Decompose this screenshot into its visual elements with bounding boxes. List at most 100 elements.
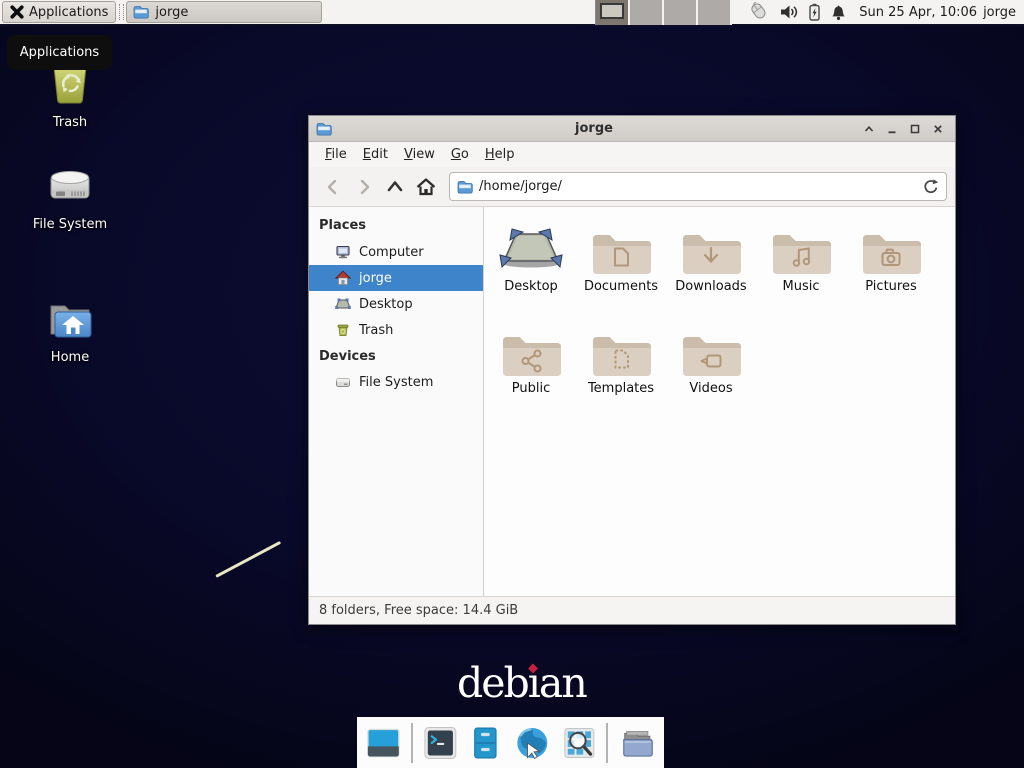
menu-go[interactable]: Go: [443, 144, 477, 165]
folder-music[interactable]: Music: [756, 219, 846, 311]
toolbar: [309, 167, 955, 207]
workspace-2[interactable]: [630, 0, 664, 25]
close-icon: [933, 124, 943, 134]
terminal-icon[interactable]: [422, 724, 459, 762]
forward-button[interactable]: [348, 172, 379, 202]
reload-icon[interactable]: [922, 178, 939, 195]
sidebar-item-label: jorge: [359, 271, 392, 286]
folder-videos[interactable]: Videos: [666, 321, 756, 413]
menu-bar: File Edit View Go Help: [309, 142, 955, 167]
path-folder-icon: [457, 180, 473, 194]
status-bar: 8 folders, Free space: 14.4 GiB: [309, 596, 955, 624]
menu-view[interactable]: View: [396, 144, 443, 165]
desktop-icon-file-system[interactable]: File System: [10, 164, 130, 232]
system-tray: [746, 2, 847, 22]
desktop-icon-label: File System: [10, 217, 130, 232]
pictures-folder-icon: [859, 223, 923, 277]
mouse-settings-icon[interactable]: [746, 2, 771, 22]
debian-logo: debıan: [457, 659, 586, 707]
tooltip-text: Applications: [20, 45, 99, 60]
home-button[interactable]: [410, 172, 441, 202]
applications-tooltip: Applications: [7, 35, 112, 70]
debian-logo-text: deb: [457, 659, 528, 707]
documents-folder-icon: [589, 223, 653, 277]
path-input[interactable]: [479, 179, 916, 194]
home-icon: [335, 270, 351, 286]
show-desktop-icon[interactable]: [365, 724, 402, 762]
maximize-button[interactable]: [905, 119, 925, 139]
dock-separator: [411, 723, 413, 763]
menu-file[interactable]: File: [317, 144, 355, 165]
minimize-button[interactable]: [882, 119, 902, 139]
folder-templates[interactable]: Templates: [576, 321, 666, 413]
window-title: jorge: [332, 121, 856, 136]
sidebar-item-jorge[interactable]: jorge: [309, 265, 483, 291]
trash-icon: [335, 322, 351, 338]
sidebar-item-label: Trash: [359, 323, 393, 338]
folder-pictures[interactable]: Pictures: [846, 219, 936, 311]
location-bar[interactable]: [449, 172, 947, 201]
window-titlebar[interactable]: jorge: [309, 116, 955, 142]
sidebar-item-trash[interactable]: Trash: [309, 317, 483, 343]
battery-icon[interactable]: [808, 3, 821, 21]
hard-drive-icon: [46, 164, 94, 208]
debian-logo-text: an: [539, 659, 586, 707]
desktop-line-artifact: [215, 541, 281, 578]
window-folder-icon: [316, 122, 332, 136]
xfce-logo-icon: [10, 5, 24, 19]
window-body: Places Computer jorge: [309, 207, 955, 596]
directory-icon[interactable]: [617, 724, 656, 762]
sidebar-item-file-system[interactable]: File System: [309, 369, 483, 395]
home-folder-icon: [44, 297, 96, 341]
desktop-icon: [335, 296, 351, 312]
panel-separator[interactable]: [119, 4, 124, 20]
desktop-icon-home[interactable]: Home: [10, 297, 130, 365]
menu-help[interactable]: Help: [477, 144, 523, 165]
app-finder-icon[interactable]: [561, 724, 598, 762]
workspace-4[interactable]: [698, 0, 732, 25]
volume-icon[interactable]: [780, 4, 799, 20]
applications-menu-button[interactable]: Applications: [2, 1, 116, 23]
music-folder-icon: [769, 223, 833, 277]
notification-bell-icon[interactable]: [830, 4, 847, 21]
up-icon: [385, 177, 405, 197]
web-browser-icon[interactable]: [513, 724, 552, 762]
file-grid: Desktop Documents: [484, 207, 955, 413]
dock-separator: [606, 723, 608, 763]
file-manager-icon[interactable]: [467, 724, 504, 762]
folder-label: Music: [783, 279, 820, 294]
workspace-switcher: [595, 0, 732, 25]
folder-label: Pictures: [865, 279, 916, 294]
back-button[interactable]: [317, 172, 348, 202]
panel-username: jorge: [983, 5, 1016, 20]
debian-logo-i: ı: [528, 659, 539, 707]
top-panel: Applications jorge: [0, 0, 1024, 26]
close-button[interactable]: [928, 119, 948, 139]
sidebar-devices-header: Devices: [309, 343, 483, 369]
shade-button[interactable]: [859, 119, 879, 139]
menu-edit[interactable]: Edit: [355, 144, 396, 165]
videos-folder-icon: [679, 325, 743, 379]
forward-icon: [354, 177, 374, 197]
panel-clock[interactable]: Sun 25 Apr, 10:06: [859, 5, 977, 20]
folder-documents[interactable]: Documents: [576, 219, 666, 311]
sidebar: Places Computer jorge: [309, 207, 484, 596]
folder-label: Documents: [584, 279, 658, 294]
taskbar-window-button[interactable]: jorge: [126, 1, 322, 23]
shade-icon: [864, 124, 874, 134]
workspace-3[interactable]: [664, 0, 698, 25]
folder-desktop[interactable]: Desktop: [486, 219, 576, 311]
folder-label: Videos: [689, 381, 732, 396]
folder-label: Templates: [588, 381, 654, 396]
file-view: Desktop Documents: [484, 207, 955, 596]
computer-icon: [335, 244, 351, 260]
workspace-1[interactable]: [596, 0, 630, 25]
templates-folder-icon: [589, 325, 653, 379]
back-icon: [323, 177, 343, 197]
sidebar-item-desktop[interactable]: Desktop: [309, 291, 483, 317]
folder-public[interactable]: Public: [486, 321, 576, 413]
sidebar-item-computer[interactable]: Computer: [309, 239, 483, 265]
folder-downloads[interactable]: Downloads: [666, 219, 756, 311]
up-button[interactable]: [379, 172, 410, 202]
file-manager-window: jorge File Edit View Go Help: [308, 115, 956, 625]
